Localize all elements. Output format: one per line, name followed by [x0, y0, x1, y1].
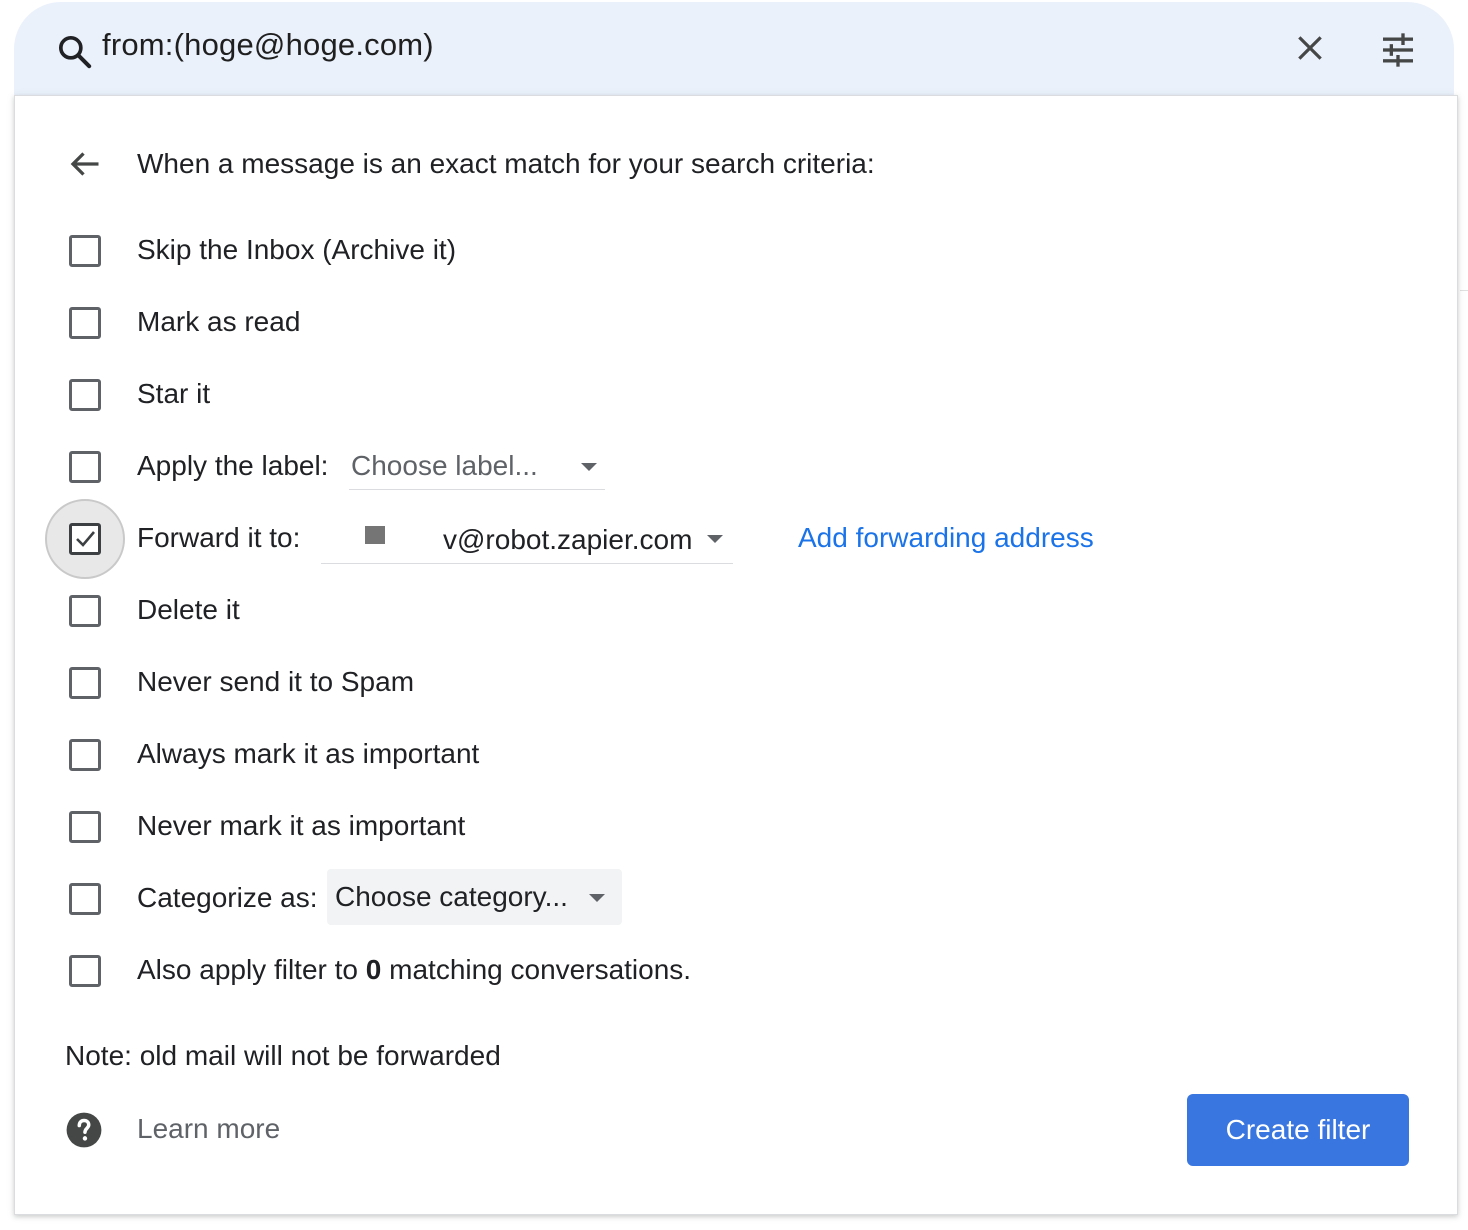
checkbox-skip-inbox[interactable]: [69, 235, 101, 267]
option-label: Mark as read: [137, 306, 301, 337]
option-never-spam: Never send it to Spam: [15, 654, 1415, 714]
option-delete: Delete it: [15, 582, 1415, 642]
option-skip-inbox: Skip the Inbox (Archive it): [15, 222, 1415, 282]
also-apply-prefix: Also apply filter to: [137, 954, 366, 985]
arrow-back-icon[interactable]: [67, 146, 103, 182]
option-forward: Forward it to: v@robot.zapier.com Add fo…: [15, 499, 1415, 579]
search-input[interactable]: from:(hoge@hoge.com): [102, 27, 434, 63]
checkbox-categorize[interactable]: [69, 883, 101, 915]
tune-icon[interactable]: [1378, 30, 1418, 70]
dropdown-caret-icon: [589, 894, 605, 902]
checkbox-delete[interactable]: [69, 595, 101, 627]
option-apply-label: Apply the label: Choose label...: [15, 438, 1415, 498]
checkbox-forward[interactable]: [69, 523, 101, 555]
option-mark-read: Mark as read: [15, 294, 1415, 354]
option-label: Skip the Inbox (Archive it): [137, 234, 457, 265]
option-also-apply: Also apply filter to 0 matching conversa…: [15, 942, 1415, 1002]
checkbox-apply-label[interactable]: [69, 451, 101, 483]
checkbox-mark-read[interactable]: [69, 307, 101, 339]
option-categorize: Categorize as: Choose category...: [15, 869, 1415, 930]
dropdown-caret-icon: [707, 535, 723, 543]
option-label: Never send it to Spam: [137, 666, 415, 697]
add-forwarding-address-link[interactable]: Add forwarding address: [798, 522, 1094, 554]
option-label: Apply the label:: [137, 450, 329, 481]
forward-address-dropdown[interactable]: v@robot.zapier.com: [321, 514, 733, 564]
option-never-important: Never mark it as important: [15, 798, 1415, 858]
option-label: Forward it to:: [137, 522, 301, 553]
category-dropdown-value: Choose category...: [335, 881, 568, 912]
option-always-important: Always mark it as important: [15, 726, 1415, 786]
close-icon[interactable]: [1294, 32, 1326, 64]
checkbox-star-it[interactable]: [69, 379, 101, 411]
option-label: Also apply filter to 0 matching conversa…: [137, 954, 691, 986]
checkbox-also-apply[interactable]: [69, 955, 101, 987]
check-icon: [76, 531, 95, 547]
checkbox-always-important[interactable]: [69, 739, 101, 771]
option-label: Delete it: [137, 594, 240, 625]
option-label: Never mark it as important: [137, 810, 466, 841]
category-dropdown[interactable]: Choose category...: [327, 869, 622, 925]
learn-more-link[interactable]: Learn more: [137, 1113, 280, 1145]
option-label: Star it: [137, 378, 211, 409]
also-apply-count: 0: [365, 954, 382, 985]
search-icon[interactable]: [55, 32, 95, 72]
also-apply-suffix: matching conversations.: [381, 954, 692, 985]
checkbox-never-important[interactable]: [69, 811, 101, 843]
filter-panel: When a message is an exact match for you…: [14, 95, 1458, 1215]
option-label: Always mark it as important: [137, 738, 480, 769]
forward-address-value: v@robot.zapier.com: [443, 524, 693, 555]
label-dropdown[interactable]: Choose label...: [349, 442, 605, 490]
checkbox-never-spam[interactable]: [69, 667, 101, 699]
forward-note: Note: old mail will not be forwarded: [65, 1040, 501, 1071]
option-star-it: Star it: [15, 366, 1415, 426]
redacted-block: [365, 526, 385, 544]
filter-header: When a message is an exact match for you…: [137, 148, 875, 179]
label-dropdown-value: Choose label...: [351, 450, 538, 481]
option-label: Categorize as:: [137, 882, 318, 913]
divider: [1460, 290, 1468, 291]
search-bar: from:(hoge@hoge.com): [14, 2, 1454, 96]
help-icon[interactable]: [65, 1111, 103, 1149]
create-filter-button[interactable]: Create filter: [1187, 1094, 1409, 1166]
dropdown-caret-icon: [581, 463, 597, 471]
